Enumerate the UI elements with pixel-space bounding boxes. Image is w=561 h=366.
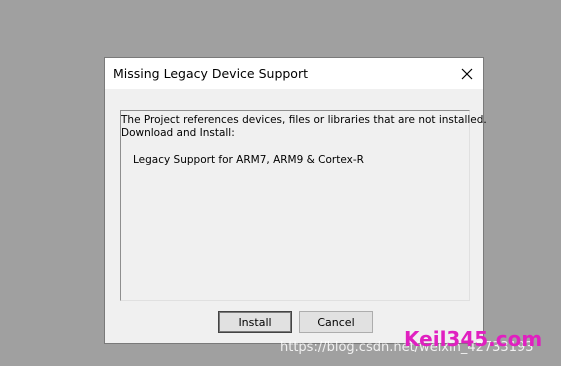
close-button[interactable]	[451, 58, 483, 89]
message-text-line2: Download and Install:	[121, 127, 235, 139]
watermark-logo: Keil345.com	[404, 327, 543, 351]
message-text-line1: The Project references devices, files or…	[121, 114, 487, 126]
close-icon	[461, 68, 473, 79]
install-button[interactable]: Install	[218, 311, 292, 333]
message-area: The Project references devices, files or…	[120, 110, 487, 301]
legacy-support-item: Legacy Support for ARM7, ARM9 & Cortex-R	[133, 154, 364, 166]
dialog-titlebar[interactable]: Missing Legacy Device Support	[105, 58, 483, 89]
missing-legacy-device-support-dialog: Missing Legacy Device Support The Projec…	[104, 57, 487, 344]
cancel-button[interactable]: Cancel	[299, 311, 373, 333]
dialog-title: Missing Legacy Device Support	[113, 66, 308, 81]
